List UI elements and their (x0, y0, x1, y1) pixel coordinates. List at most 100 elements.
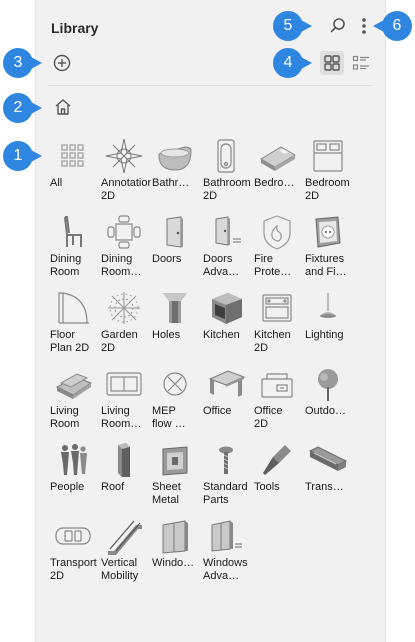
category-label: Doors (152, 253, 182, 265)
callout-1: 1 (3, 141, 42, 171)
category-tile[interactable]: Dining Room… (101, 212, 152, 282)
category-label: Dining Room… (101, 253, 142, 278)
library-panel: Library All Annotation 2D Bathr… Bathroom 2… (35, 0, 386, 642)
category-tile[interactable]: Kitchen 2D (254, 288, 305, 358)
category-tile[interactable]: Holes (152, 288, 203, 358)
category-tile[interactable]: Sheet Metal (152, 440, 203, 510)
category-tile[interactable]: Annotation 2D (101, 136, 152, 206)
category-tile[interactable]: Kitchen (203, 288, 254, 358)
category-tile[interactable]: Standard Parts (203, 440, 254, 510)
people-icon (52, 440, 94, 480)
category-label: Standard Parts (203, 481, 248, 506)
category-label: Windo… (152, 557, 195, 569)
screwdriver-icon (256, 440, 298, 480)
table-plan-icon (103, 212, 145, 252)
category-label: Kitchen 2D (254, 329, 291, 354)
valve-icon (154, 364, 196, 404)
compass-rose-icon (103, 136, 145, 176)
grid-view-icon[interactable] (320, 51, 344, 75)
roof-icon (103, 440, 145, 480)
bed-icon (256, 136, 298, 176)
grid-icon (52, 136, 94, 176)
category-tile[interactable]: Outdo… (305, 364, 356, 434)
category-tile[interactable]: Doors (152, 212, 203, 282)
category-tile[interactable]: Living Room… (101, 364, 152, 434)
window-advanced-icon (205, 516, 247, 556)
category-label: Kitchen (203, 329, 240, 341)
category-tile[interactable]: Doors Adva… (203, 212, 254, 282)
door-icon (154, 212, 196, 252)
callout-3: 3 (3, 48, 42, 78)
category-tile[interactable]: MEP flow … (152, 364, 203, 434)
home-icon[interactable] (52, 96, 74, 118)
category-tile[interactable]: Vertical Mobility (101, 516, 152, 586)
callout-2: 2 (3, 93, 42, 123)
category-tile[interactable]: Office 2D (254, 364, 305, 434)
category-tile[interactable]: Lighting (305, 288, 356, 358)
desk-icon (205, 364, 247, 404)
category-tile[interactable]: People (50, 440, 101, 510)
category-tile[interactable]: Garden 2D (101, 288, 152, 358)
car-plan-icon (52, 516, 94, 556)
category-label: Windows Adva… (203, 557, 248, 582)
category-tile[interactable]: Office (203, 364, 254, 434)
add-icon[interactable] (51, 52, 73, 74)
hole-icon (154, 288, 196, 328)
category-tile[interactable]: Transport 2D (50, 516, 101, 586)
category-tile[interactable]: Dining Room (50, 212, 101, 282)
category-tile[interactable]: Living Room (50, 364, 101, 434)
bed-plan-icon (307, 136, 349, 176)
category-label: People (50, 481, 85, 493)
fire-icon (256, 212, 298, 252)
category-tile[interactable]: Tools (254, 440, 305, 510)
category-label: Bedro… (254, 177, 295, 189)
category-tile[interactable]: Trans… (305, 440, 356, 510)
category-label: Office (203, 405, 232, 417)
category-label: Doors Adva… (203, 253, 240, 278)
sofa-plan-icon (103, 364, 145, 404)
train-icon (307, 440, 349, 480)
category-tile[interactable]: Floor Plan 2D (50, 288, 101, 358)
category-tile[interactable]: Bedroom 2D (305, 136, 356, 206)
category-label: Garden 2D (101, 329, 138, 354)
category-label: Bathroom 2D (203, 177, 251, 202)
category-label: Vertical Mobility (101, 557, 139, 582)
category-tile[interactable]: Fixtures and Fi… (305, 212, 356, 282)
category-label: Holes (152, 329, 181, 341)
category-label: Bathr… (152, 177, 190, 189)
category-label: Bedroom 2D (305, 177, 350, 202)
category-label: Transport 2D (50, 557, 97, 582)
category-label: Fixtures and Fi… (305, 253, 347, 278)
category-label: Roof (101, 481, 125, 493)
category-tile[interactable]: All (50, 136, 101, 206)
category-tile[interactable]: Roof (101, 440, 152, 510)
window-icon (154, 516, 196, 556)
bathtub-icon (154, 136, 196, 176)
category-label: Annotation 2D (101, 177, 151, 202)
panel-title: Library (51, 20, 99, 36)
sofa-icon (52, 364, 94, 404)
category-label: Trans… (305, 481, 344, 493)
escalator-icon (103, 516, 145, 556)
category-tile[interactable]: Bedro… (254, 136, 305, 206)
category-tile[interactable]: Bathroom 2D (203, 136, 254, 206)
search-icon[interactable] (326, 14, 350, 38)
category-label: Office 2D (254, 405, 283, 430)
category-tile[interactable]: Fire Prote… (254, 212, 305, 282)
sheet-metal-icon (154, 440, 196, 480)
header-divider (48, 85, 372, 86)
floor-plan-icon (52, 288, 94, 328)
list-view-icon[interactable] (349, 51, 373, 75)
oven-icon (205, 288, 247, 328)
category-tile[interactable]: Windo… (152, 516, 203, 586)
callout-5: 5 (273, 11, 312, 41)
more-options-icon[interactable] (354, 14, 374, 38)
category-tile[interactable]: Bathr… (152, 136, 203, 206)
category-tile[interactable]: Windows Adva… (203, 516, 254, 586)
category-label: Lighting (305, 329, 344, 341)
oven-plan-icon (256, 288, 298, 328)
bathtub-plan-icon (205, 136, 247, 176)
category-label: Outdo… (305, 405, 346, 417)
door-advanced-icon (205, 212, 247, 252)
plant-icon (103, 288, 145, 328)
